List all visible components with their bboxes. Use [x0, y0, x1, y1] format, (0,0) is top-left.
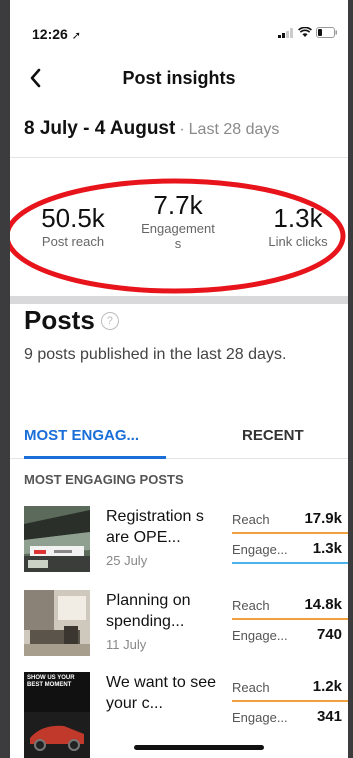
- reach-value: 1.2k: [312, 678, 342, 695]
- wifi-icon: [298, 27, 312, 37]
- post-date: 11 July: [106, 637, 147, 652]
- date-range: 8 July - 4 August: [24, 118, 176, 139]
- signal-icon: [278, 28, 293, 38]
- home-indicator[interactable]: [134, 745, 264, 750]
- battery-icon: [316, 27, 337, 38]
- reach-value: 17.9k: [304, 510, 342, 527]
- status-bar: 12:26 ➚: [10, 0, 348, 52]
- divider: [10, 157, 348, 158]
- help-icon[interactable]: ?: [100, 311, 119, 330]
- page-title: Post insights: [122, 68, 236, 88]
- reach-metric: Reach 14.8k: [232, 596, 348, 613]
- active-tab-indicator: [24, 456, 166, 459]
- posts-heading: Posts ?: [24, 305, 119, 336]
- post-date: 25 July: [106, 553, 148, 568]
- engagement-metric: Engage... 341: [232, 708, 348, 725]
- engagement-label: Engage...: [232, 628, 288, 643]
- engagement-bar: [232, 562, 348, 564]
- thumbnail-caption: SHOW US YOUR BEST MOMENT: [27, 675, 75, 688]
- reach-bar: [232, 618, 348, 620]
- location-arrow-icon: ➚: [71, 30, 81, 42]
- post-row[interactable]: Planning on spending... 11 July Reach 14…: [10, 590, 348, 675]
- tab-recent[interactable]: RECENT: [242, 427, 304, 444]
- post-title: We want to see your c...: [106, 674, 216, 712]
- engagement-value: 740: [316, 626, 342, 643]
- post-row[interactable]: Registration s are OPE... 25 July Reach …: [10, 506, 348, 591]
- reach-value: 14.8k: [304, 596, 342, 613]
- annotation-ellipse: [10, 178, 346, 294]
- tab-most-engaging[interactable]: MOST ENGAG...: [24, 427, 139, 444]
- reach-bar: [232, 700, 348, 702]
- reach-bar: [232, 532, 348, 534]
- date-separator: ·: [179, 121, 185, 138]
- status-icons: [278, 27, 338, 38]
- status-time-text: 12:26: [32, 26, 68, 42]
- posts-title: Posts: [24, 305, 95, 335]
- reach-label: Reach: [232, 598, 270, 613]
- post-thumbnail: SHOW US YOUR BEST MOMENT: [24, 672, 90, 758]
- post-title: Registration s are OPE...: [106, 508, 204, 546]
- reach-metric: Reach 17.9k: [232, 510, 348, 527]
- nav-bar: Post insights: [10, 52, 348, 100]
- engagement-label: Engage...: [232, 542, 288, 557]
- post-thumbnail: [24, 590, 90, 656]
- phone-screen: 12:26 ➚ Post insights 8 July - 4 August …: [10, 0, 348, 758]
- section-label: MOST ENGAGING POSTS: [24, 472, 184, 487]
- reach-metric: Reach 1.2k: [232, 678, 348, 695]
- reach-label: Reach: [232, 680, 270, 695]
- engagement-metric: Engage... 1.3k: [232, 540, 348, 557]
- engagement-value: 1.3k: [312, 540, 342, 557]
- section-separator: [10, 296, 348, 304]
- reach-label: Reach: [232, 512, 270, 527]
- posts-subtitle: 9 posts published in the last 28 days.: [24, 346, 287, 363]
- post-title: Planning on spending...: [106, 592, 191, 630]
- status-time: 12:26 ➚: [32, 26, 81, 42]
- engagement-value: 341: [316, 708, 342, 725]
- date-period: Last 28 days: [188, 121, 280, 138]
- post-thumbnail: [24, 506, 90, 572]
- engagement-metric: Engage... 740: [232, 626, 348, 643]
- date-range-row[interactable]: 8 July - 4 August · Last 28 days: [24, 118, 348, 140]
- engagement-label: Engage...: [232, 710, 288, 725]
